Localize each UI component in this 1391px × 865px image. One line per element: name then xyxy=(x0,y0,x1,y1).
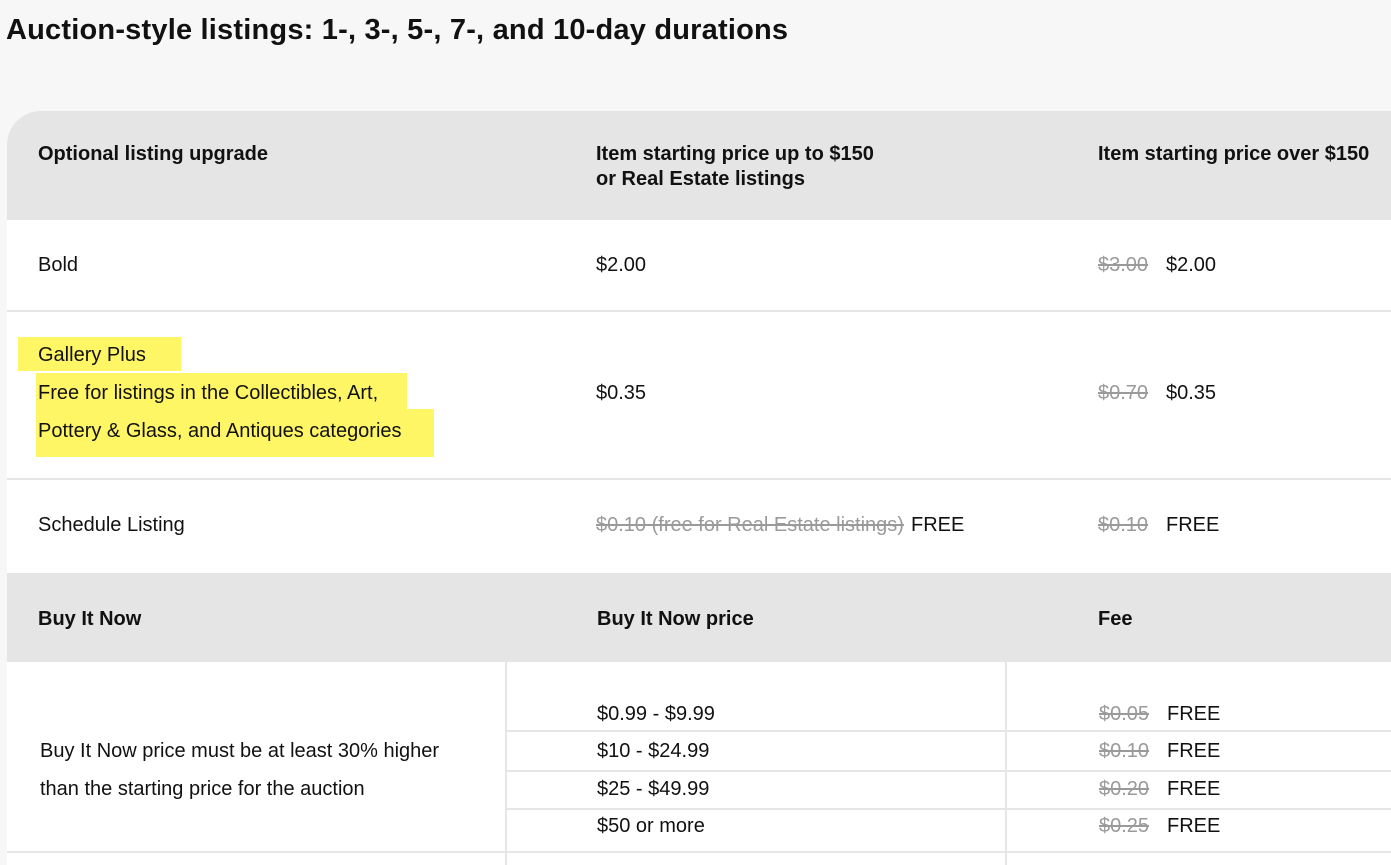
bin-note-line2: than the starting price for the auction xyxy=(40,778,365,800)
gallery-plus-high-new-price: $0.35 xyxy=(1166,382,1217,404)
header-high-price: Item starting price over $150 xyxy=(1098,143,1370,165)
schedule-low-new-price: FREE xyxy=(911,514,965,536)
gallery-plus-low-price: $0.35 xyxy=(596,382,647,404)
schedule-high-new-price: FREE xyxy=(1166,514,1220,536)
bold-low-price: $2.00 xyxy=(596,254,647,276)
bin-price-range: $0.99 - $9.99 xyxy=(597,703,715,725)
bin-price-range: $25 - $49.99 xyxy=(597,778,710,800)
gallery-plus-note-line2: Pottery & Glass, and Antiques categories xyxy=(38,420,402,442)
row-divider xyxy=(507,770,1391,772)
gallery-plus-name: Gallery Plus xyxy=(38,344,146,366)
bin-new-fee: FREE xyxy=(1167,815,1221,837)
header-low-price-line1: Item starting price up to $150 xyxy=(596,143,874,165)
header-optional-upgrade: Optional listing upgrade xyxy=(38,143,268,165)
bin-new-fee: FREE xyxy=(1167,778,1221,800)
row-divider xyxy=(7,310,1391,312)
row-divider xyxy=(7,478,1391,480)
bin-old-fee: $0.25 xyxy=(1099,815,1150,837)
header-bin-price: Buy It Now price xyxy=(597,608,754,630)
column-divider xyxy=(1005,662,1007,865)
bin-price-range: $10 - $24.99 xyxy=(597,740,710,762)
header-fee: Fee xyxy=(1098,608,1133,630)
page-title: Auction-style listings: 1-, 3-, 5-, 7-, … xyxy=(6,14,789,46)
schedule-low-old-price: $0.10 (free for Real Estate listings) xyxy=(596,514,904,536)
row-divider xyxy=(7,851,1391,853)
gallery-plus-high-old-price: $0.70 xyxy=(1098,382,1149,404)
row-divider xyxy=(507,808,1391,810)
bin-note-line1: Buy It Now price must be at least 30% hi… xyxy=(40,740,440,762)
schedule-listing-name: Schedule Listing xyxy=(38,514,185,536)
gallery-plus-note-line1: Free for listings in the Collectibles, A… xyxy=(38,382,379,404)
header-low-price-line2: or Real Estate listings xyxy=(596,168,805,190)
column-divider xyxy=(505,662,507,865)
bin-price-range: $50 or more xyxy=(597,815,705,837)
header-low-price: Item starting price up to $150 or Real E… xyxy=(596,142,874,192)
bin-old-fee: $0.20 xyxy=(1099,778,1150,800)
schedule-high-old-price: $0.10 xyxy=(1098,514,1149,536)
bold-high-old-price: $3.00 xyxy=(1098,254,1149,276)
bin-new-fee: FREE xyxy=(1167,703,1221,725)
row-divider xyxy=(507,730,1391,732)
header-buy-it-now: Buy It Now xyxy=(38,608,142,630)
bold-high-new-price: $2.00 xyxy=(1166,254,1217,276)
bin-old-fee: $0.10 xyxy=(1099,740,1150,762)
bold-upgrade-name: Bold xyxy=(38,254,79,276)
fees-table: Optional listing upgrade Item starting p… xyxy=(7,111,1391,865)
bin-old-fee: $0.05 xyxy=(1099,703,1150,725)
bin-new-fee: FREE xyxy=(1167,740,1221,762)
